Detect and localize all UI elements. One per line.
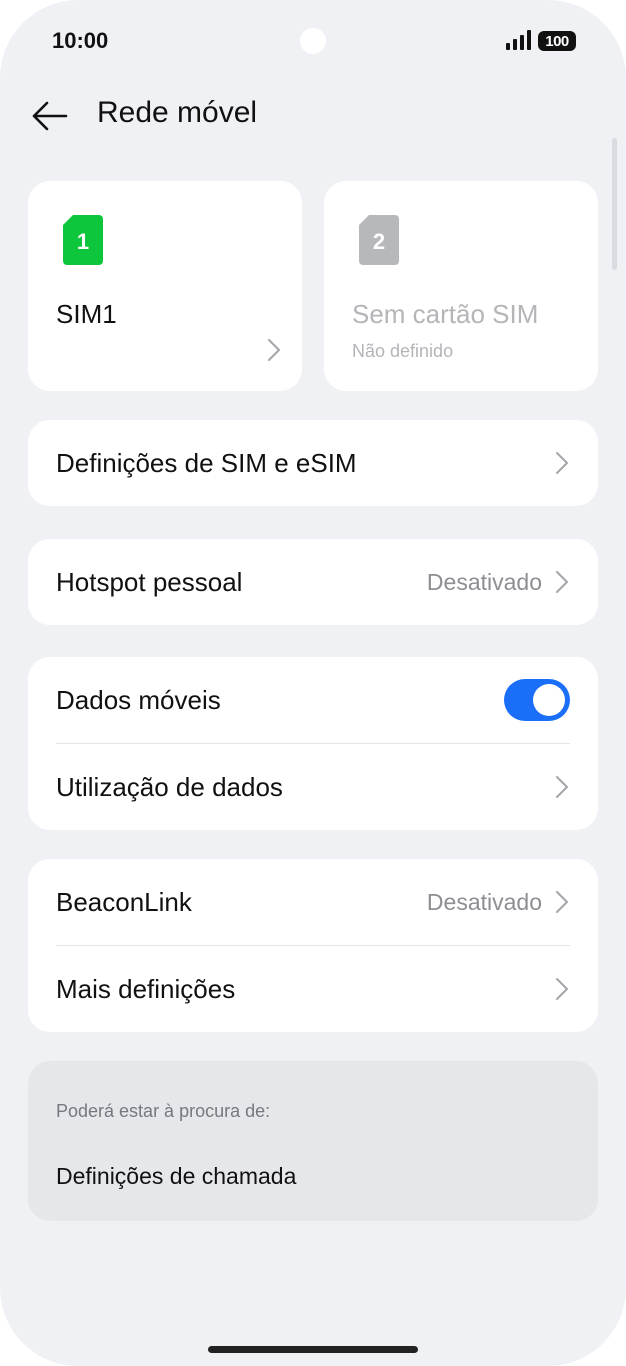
sim-card-icon: 1 [63, 215, 103, 265]
camera-cutout [300, 28, 326, 54]
hotspot-status: Desativado [426, 568, 542, 595]
sim1-number: 1 [77, 229, 89, 254]
more-settings-label: Mais definições [56, 973, 236, 1004]
hotspot-label: Hotspot pessoal [56, 566, 243, 597]
sim-card-icon: 2 [359, 215, 399, 265]
more-settings-row[interactable]: Mais definições [28, 946, 598, 1032]
suggestion-call-settings[interactable]: Definições de chamada [56, 1163, 296, 1190]
data-usage-row[interactable]: Utilização de dados [28, 744, 598, 830]
arrow-left-icon[interactable] [30, 98, 70, 134]
phone-screen: 10:00 100 Rede móvel 1 SIM1 2 Sem cartão… [0, 0, 626, 1366]
beaconlink-row[interactable]: BeaconLink Desativado [28, 859, 598, 945]
beaconlink-status: Desativado [426, 888, 542, 915]
mobile-data-toggle[interactable] [504, 679, 570, 721]
sim1-name: SIM1 [56, 299, 117, 329]
chevron-right-icon [556, 452, 568, 474]
battery-indicator: 100 [538, 31, 576, 51]
page-title: Rede móvel [97, 96, 258, 129]
sim2-status: Não definido [352, 341, 454, 361]
beaconlink-card: BeaconLink Desativado Mais definições [28, 859, 598, 1032]
mobile-data-row[interactable]: Dados móveis [28, 657, 598, 743]
sim1-card[interactable]: 1 SIM1 [28, 181, 302, 391]
data-usage-label: Utilização de dados [56, 771, 283, 802]
mobile-data-card: Dados móveis Utilização de dados [28, 657, 598, 830]
signal-bars-icon [506, 30, 531, 50]
status-time: 10:00 [52, 28, 109, 53]
sim-settings-label: Definições de SIM e eSIM [56, 447, 357, 478]
mobile-data-label: Dados móveis [56, 684, 221, 715]
suggestions-heading: Poderá estar à procura de: [56, 1101, 271, 1121]
sim-settings-card: Definições de SIM e eSIM [28, 420, 598, 506]
chevron-right-icon [556, 978, 568, 1000]
sim-settings-row[interactable]: Definições de SIM e eSIM [28, 420, 598, 506]
chevron-right-icon [556, 776, 568, 798]
sim2-name: Sem cartão SIM [352, 299, 539, 329]
home-indicator[interactable] [208, 1346, 418, 1353]
chevron-right-icon [268, 339, 280, 361]
chevron-right-icon [556, 571, 568, 593]
sim2-number: 2 [373, 229, 385, 254]
beaconlink-label: BeaconLink [56, 886, 192, 917]
hotspot-card: Hotspot pessoal Desativado [28, 539, 598, 625]
suggestions-panel: Poderá estar à procura de: Definições de… [28, 1061, 598, 1221]
toggle-knob [533, 684, 565, 716]
scrollbar-thumb[interactable] [612, 138, 617, 270]
sim2-card[interactable]: 2 Sem cartão SIM Não definido [324, 181, 598, 391]
chevron-right-icon [556, 891, 568, 913]
hotspot-row[interactable]: Hotspot pessoal Desativado [28, 539, 598, 625]
